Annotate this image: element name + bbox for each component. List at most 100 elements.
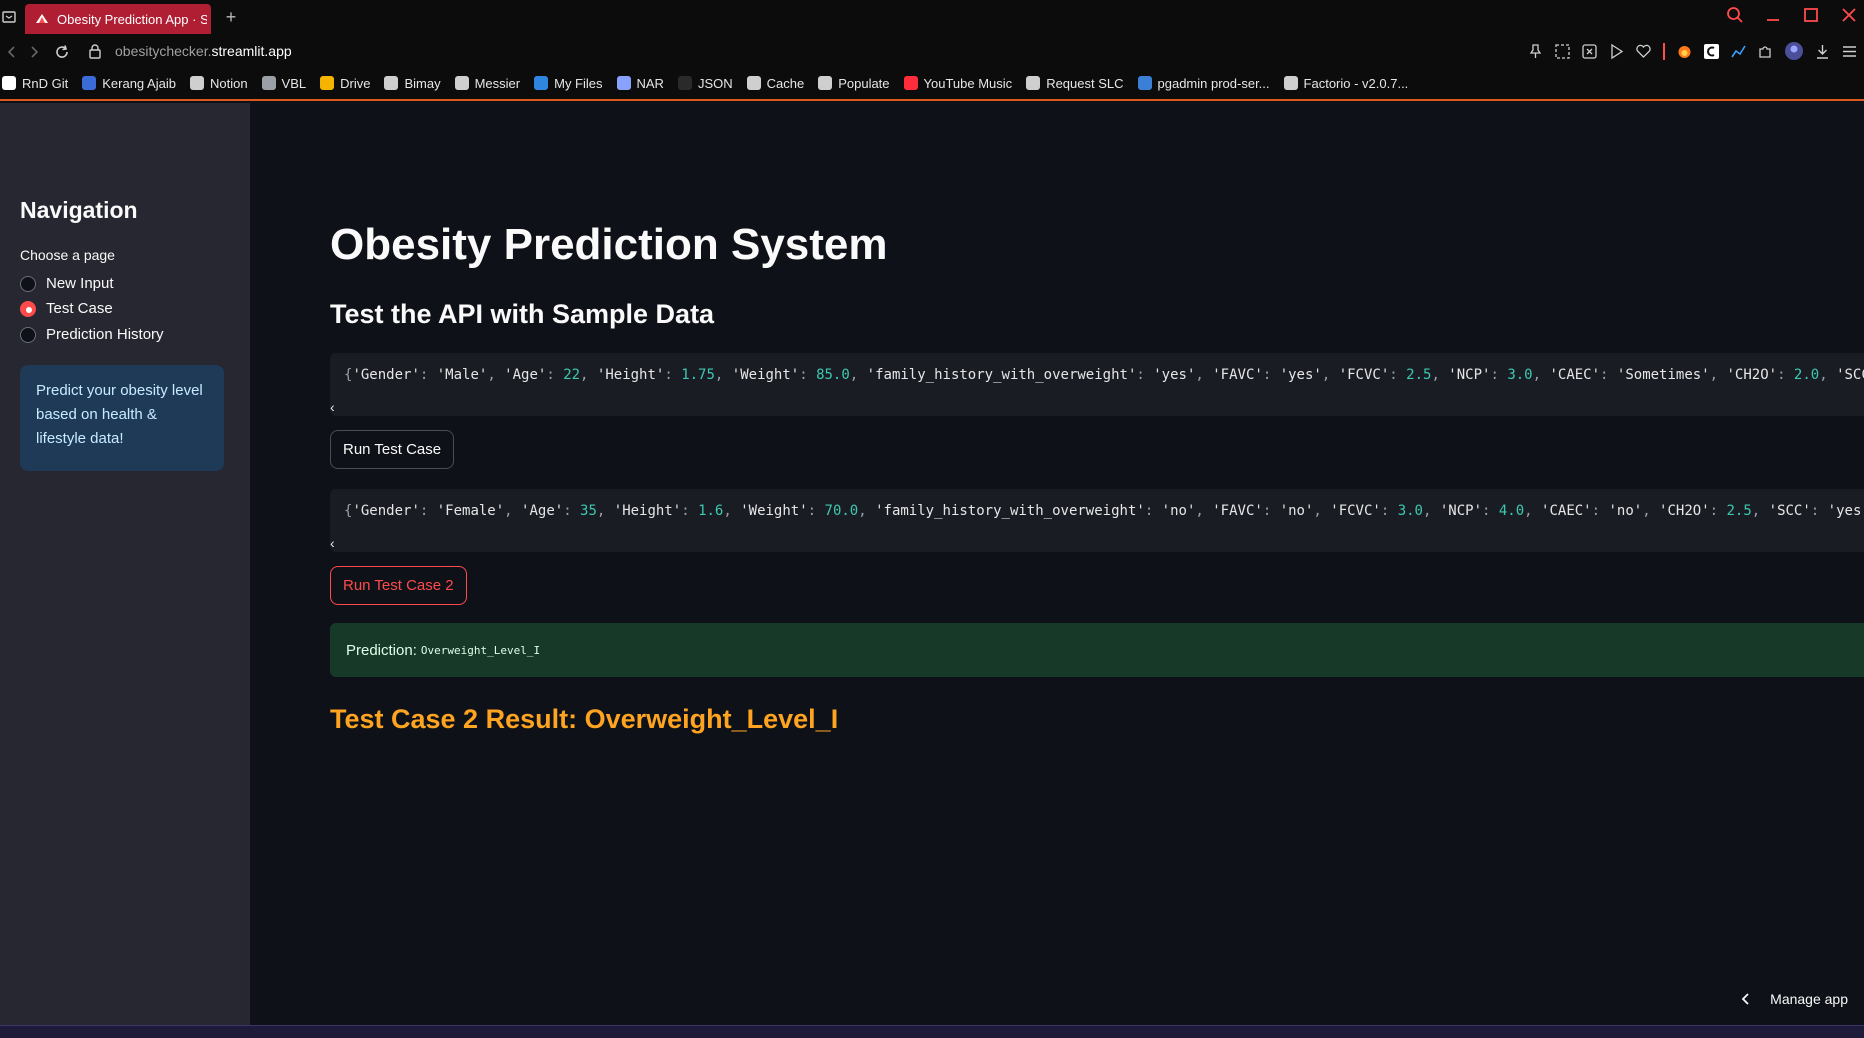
bookmark-label: Messier (474, 75, 521, 91)
screenshot-icon[interactable] (1554, 43, 1571, 60)
bookmark-label: JSON (697, 75, 733, 91)
maximize-icon[interactable] (1802, 6, 1820, 24)
code-string: 'no' (1161, 503, 1196, 519)
bookmark-item[interactable]: Drive (320, 76, 370, 91)
drive-icon (320, 76, 335, 90)
bookmark-item[interactable]: My Files (534, 76, 603, 91)
prediction-success-box: Prediction: Overweight_Level_I (330, 623, 1864, 677)
code-punct: , (504, 503, 522, 519)
code-string: 'Weight' (740, 503, 808, 519)
code-punct: : (1389, 367, 1407, 383)
code-string: 'Male' (436, 367, 488, 383)
radio-new-input[interactable]: New Input (20, 275, 114, 292)
url-bar: obesitychecker.streamlit.app (0, 37, 1864, 67)
url-field[interactable]: obesitychecker.streamlit.app (115, 43, 292, 59)
search-icon[interactable] (1726, 6, 1744, 24)
bookmark-item[interactable]: RnD Git (2, 76, 68, 91)
code-punct: , (1423, 503, 1440, 519)
radio-test-case[interactable]: Test Case (20, 300, 113, 317)
profile-avatar-icon[interactable] (1784, 41, 1804, 61)
manage-app-label: Manage app (1770, 991, 1848, 1007)
code-string: 'CAEC' (1549, 367, 1601, 383)
code-punct: , (1524, 503, 1542, 519)
code-string: 'NCP' (1448, 367, 1491, 383)
run-test-case-2-button[interactable]: Run Test Case 2 (330, 566, 467, 605)
code-punct: : (1262, 367, 1280, 383)
globe-icon (746, 76, 761, 90)
extension-c-icon[interactable] (1703, 43, 1720, 60)
bookmarks-bar: RnD Git Kerang Ajaib Notion VBL Drive Bimay Me… (0, 67, 1864, 101)
pgadmin-icon (1137, 76, 1152, 90)
bookmark-item[interactable]: Factorio - v2.0.7... (1283, 75, 1409, 91)
code-number: 35 (580, 503, 597, 519)
code-string: 'Weight' (731, 367, 800, 383)
forward-icon[interactable] (26, 44, 42, 60)
tab-list-icon[interactable] (2, 10, 16, 24)
cube-icon (261, 76, 276, 90)
menu-icon[interactable] (1841, 43, 1858, 60)
play-icon[interactable] (1608, 43, 1625, 60)
home-icon (189, 76, 204, 90)
code-block-test-case-1[interactable]: {'Gender': 'Male', 'Age': 22, 'Height': … (330, 353, 1864, 416)
bookmark-label: Drive (340, 75, 371, 91)
code-punct: : (1810, 503, 1828, 519)
run-test-case-button[interactable]: Run Test Case (330, 430, 455, 469)
code-punct: : (664, 367, 682, 383)
extension-fire-icon[interactable] (1676, 43, 1693, 60)
bookmark-item[interactable]: VBL (261, 76, 306, 91)
globe-icon (818, 76, 833, 90)
bookmark-item[interactable]: Notion (189, 76, 248, 91)
code-string: 'Age' (504, 367, 547, 383)
extensions-puzzle-icon[interactable] (1757, 43, 1774, 60)
radio-button-icon[interactable] (20, 326, 36, 343)
bookmark-item[interactable]: Cache (746, 76, 804, 91)
new-tab-button[interactable]: + (222, 8, 240, 26)
code-punct: : (1262, 503, 1280, 519)
radio-prediction-history[interactable]: Prediction History (20, 326, 164, 343)
subheader: Test the API with Sample Data (330, 299, 715, 329)
code-number: 85.0 (816, 367, 850, 383)
url-domain: streamlit.app (211, 43, 292, 59)
globe-icon (454, 76, 469, 90)
scroll-left-icon[interactable]: ‹ (330, 535, 335, 551)
globe-icon (384, 76, 399, 90)
code-punct: : (419, 367, 437, 383)
bookmark-item[interactable]: YouTube Music (903, 76, 1012, 91)
code-punct: : (419, 503, 437, 519)
bookmark-item[interactable]: Kerang Ajaib (82, 76, 176, 91)
bookmark-item[interactable]: JSON (677, 75, 733, 91)
code-string: 'Gender' (352, 503, 420, 519)
bookmark-item[interactable]: Bimay (384, 75, 441, 91)
heart-icon[interactable] (1635, 43, 1652, 60)
tab-active[interactable]: Obesity Prediction App · S (25, 4, 211, 34)
code-punct: : (1136, 367, 1154, 383)
close-icon[interactable] (1840, 6, 1858, 24)
code-block-test-case-2[interactable]: {'Gender': 'Female', 'Age': 35, 'Height'… (330, 489, 1864, 552)
bookmark-item[interactable]: Messier (454, 75, 521, 91)
reload-icon[interactable] (54, 44, 70, 60)
shield-icon[interactable] (1581, 43, 1598, 60)
code-punct: , (1819, 367, 1837, 383)
radio-button-icon[interactable] (20, 275, 36, 292)
bookmark-item[interactable]: Request SLC (1026, 76, 1124, 91)
download-icon[interactable] (1814, 43, 1831, 60)
manage-app-button[interactable]: Manage app (1740, 991, 1848, 1007)
radio-button-icon[interactable] (20, 300, 36, 317)
lock-icon[interactable] (88, 43, 102, 59)
code-string: 'SCC (1836, 367, 1864, 383)
minimize-icon[interactable] (1764, 6, 1782, 24)
back-icon[interactable] (4, 44, 20, 60)
pin-icon[interactable] (1527, 43, 1544, 60)
code-string: 'Height' (596, 367, 665, 383)
code-string: 'family_history_with_overweight' (875, 503, 1145, 519)
bookmark-label: Factorio - v2.0.7... (1303, 75, 1409, 91)
extension-chart-icon[interactable] (1730, 43, 1747, 60)
bookmark-item[interactable]: pgadmin prod-ser... (1137, 76, 1270, 91)
bookmark-item[interactable]: NAR (616, 76, 664, 91)
bookmark-label: Bimay (404, 75, 441, 91)
main-content: Obesity Prediction System Test the API w… (250, 103, 1864, 1025)
bookmark-item[interactable]: Populate (818, 76, 890, 91)
code-string: 'no' (1608, 503, 1643, 519)
code-punct: , (858, 503, 876, 519)
scroll-left-icon[interactable]: ‹ (330, 399, 335, 415)
